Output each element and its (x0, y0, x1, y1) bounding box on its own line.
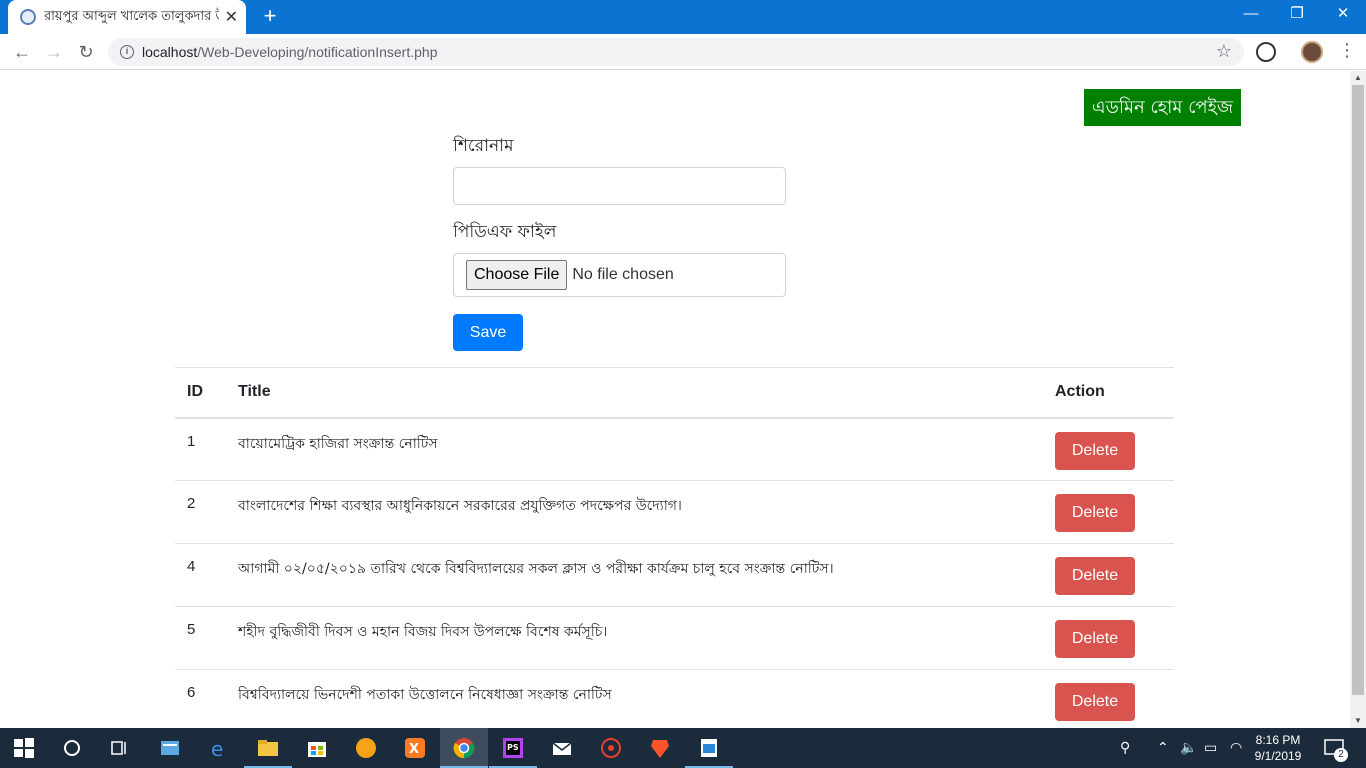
row-title: বায়োমেট্রিক হাজিরা সংক্রান্ত নোটিস (226, 417, 1043, 481)
edge-browser-icon[interactable]: e (208, 736, 232, 760)
save-button[interactable]: Save (453, 314, 523, 351)
notification-count-badge: 2 (1334, 748, 1348, 762)
address-bar[interactable]: i localhost/Web-Developing/notificationI… (108, 38, 1244, 66)
row-title: বিশ্ববিদ্যালয়ে ভিনদেশী পতাকা উত্তোলনে ন… (226, 669, 1043, 728)
row-title: আগামী ০২/০৫/২০১৯ তারিখ থেকে বিশ্ববিদ্যাল… (226, 543, 1043, 607)
url-path: /Web-Developing/notificationInsert.php (197, 44, 438, 60)
scroll-down-arrow-icon[interactable]: ▼ (1350, 714, 1366, 728)
store-app-icon[interactable] (305, 736, 329, 760)
action-column-header: Action (1043, 367, 1174, 419)
minimize-icon[interactable]: — (1228, 0, 1274, 30)
extension-icon[interactable] (1256, 42, 1276, 62)
svg-text:PS: PS (507, 743, 519, 752)
reload-icon[interactable]: ↻ (74, 40, 98, 64)
table-row: 6 বিশ্ববিদ্যালয়ে ভিনদেশী পতাকা উত্তোলনে… (175, 669, 1174, 728)
row-id: 5 (175, 606, 226, 670)
phpstorm-icon[interactable]: PS (501, 736, 525, 760)
delete-button[interactable]: Delete (1055, 431, 1135, 470)
vertical-scrollbar[interactable]: ▲ ▼ (1350, 71, 1366, 728)
cortana-search-icon[interactable] (60, 736, 84, 760)
forward-arrow-icon[interactable]: → (42, 40, 66, 64)
admin-home-button[interactable]: এডমিন হোম পেইজ (1084, 89, 1241, 126)
table-row: 1 বায়োমেট্রিক হাজিরা সংক্রান্ত নোটিস De… (175, 417, 1174, 481)
windows-taskbar: e X PS ⚲ ⌃ 🔈 ▭ ◠ 8:16 PM 9/1/2019 2 (0, 728, 1366, 768)
brave-browser-icon[interactable] (648, 736, 672, 760)
wifi-icon[interactable]: ◠ (1230, 739, 1242, 756)
row-title: বাংলাদেশের শিক্ষা ব্যবস্থার আধুনিকায়নে … (226, 480, 1043, 544)
table-row: 5 শহীদ বুদ্ধিজীবী দিবস ও মহান বিজয় দিবস… (175, 606, 1174, 670)
info-icon[interactable]: i (120, 45, 134, 59)
show-hidden-icons-chevron-icon[interactable]: ⌃ (1157, 739, 1169, 756)
choose-file-button[interactable]: Choose File (466, 260, 568, 290)
windows-start-icon[interactable] (12, 736, 36, 760)
row-id: 2 (175, 480, 226, 544)
mail-icon[interactable] (550, 736, 574, 760)
no-file-text: No file chosen (572, 266, 674, 283)
battery-icon[interactable]: ▭ (1204, 739, 1217, 756)
browser-tab-strip: রায়পুর আব্দুল খালেক তালুকদার উ ✕ + — ❐ … (0, 0, 1366, 34)
pdf-file-label: পিডিএফ ফাইল (453, 222, 557, 242)
row-id: 4 (175, 543, 226, 607)
task-view-icon[interactable] (108, 736, 132, 760)
title-label: শিরোনাম (453, 136, 514, 156)
row-id: 6 (175, 669, 226, 728)
row-title: শহীদ বুদ্ধিজীবী দিবস ও মহান বিজয় দিবস উ… (226, 606, 1043, 670)
bookmark-star-icon[interactable]: ☆ (1216, 41, 1232, 62)
scroll-up-arrow-icon[interactable]: ▲ (1350, 71, 1366, 85)
clock-time: 8:16 PM (1255, 733, 1301, 747)
delete-button[interactable]: Delete (1055, 620, 1135, 658)
row-id: 1 (175, 417, 226, 481)
tab-close-icon[interactable]: ✕ (225, 7, 238, 27)
svg-text:e: e (211, 737, 223, 760)
table-header-row: ID Title Action (175, 367, 1174, 419)
browser-menu-icon[interactable]: ⋮ (1338, 40, 1356, 61)
people-icon[interactable]: ⚲ (1120, 739, 1130, 756)
page-content: এডমিন হোম পেইজ শিরোনাম পিডিএফ ফাইল Choos… (0, 71, 1350, 728)
file-explorer-icon[interactable] (256, 736, 280, 760)
xampp-icon[interactable]: X (403, 736, 427, 760)
delete-button[interactable]: Delete (1055, 557, 1135, 595)
table-row: 2 বাংলাদেশের শিক্ষা ব্যবস্থার আধুনিকায়ন… (175, 480, 1174, 544)
pdf-file-input[interactable]: Choose File No file chosen (453, 253, 786, 297)
id-column-header: ID (175, 367, 226, 419)
photos-app-icon[interactable] (697, 736, 721, 760)
scroll-thumb[interactable] (1352, 85, 1364, 695)
volume-icon[interactable]: 🔈 (1180, 739, 1197, 756)
delete-button[interactable]: Delete (1055, 683, 1135, 721)
new-tab-icon[interactable]: + (258, 4, 282, 28)
svg-text:X: X (409, 742, 419, 757)
back-arrow-icon[interactable]: ← (10, 40, 34, 64)
uc-browser-icon[interactable] (354, 736, 378, 760)
table-row: 4 আগামী ০২/০৫/২০১৯ তারিখ থেকে বিশ্ববিদ্য… (175, 543, 1174, 607)
title-input[interactable] (453, 167, 786, 205)
system-clock[interactable]: 8:16 PM 9/1/2019 (1246, 732, 1310, 764)
site-favicon-icon (20, 9, 36, 25)
browser-tab[interactable]: রায়পুর আব্দুল খালেক তালুকদার উ ✕ (8, 0, 246, 34)
notepad-app-icon[interactable] (158, 736, 182, 760)
chrome-icon[interactable] (452, 736, 476, 760)
delete-button[interactable]: Delete (1055, 494, 1135, 532)
title-column-header: Title (226, 367, 1043, 419)
tab-title: রায়পুর আব্দুল খালেক তালুকদার উ (44, 8, 219, 24)
notification-table: ID Title Action 1 বায়োমেট্রিক হাজিরা সং… (175, 367, 1174, 728)
browser-toolbar: ← → ↻ i localhost/Web-Developing/notific… (0, 34, 1366, 70)
profile-avatar[interactable] (1301, 41, 1323, 63)
url-host: localhost (142, 44, 198, 60)
restore-icon[interactable]: ❐ (1274, 0, 1320, 30)
clock-date: 9/1/2019 (1254, 749, 1302, 763)
spider-app-icon[interactable] (599, 736, 623, 760)
window-close-icon[interactable]: ✕ (1320, 0, 1366, 30)
